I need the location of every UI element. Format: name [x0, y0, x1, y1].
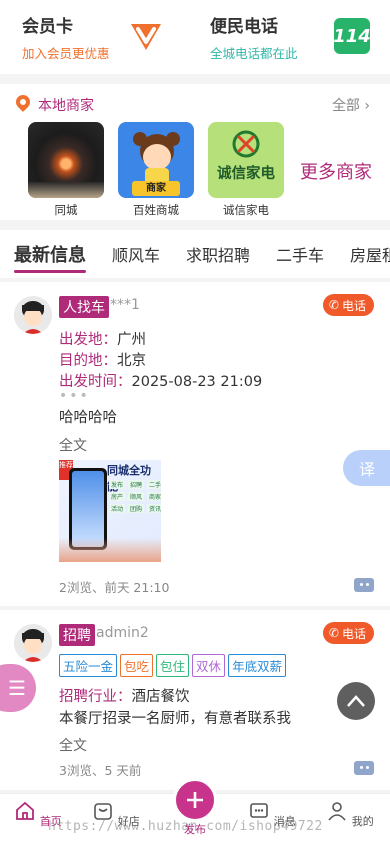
plus-icon — [187, 792, 203, 808]
merchant-badge: 商家 — [132, 181, 180, 196]
post-author: ***1 — [110, 297, 140, 313]
merchant-thumb-logo: 诚信家电 — [208, 122, 284, 198]
v-badge-icon — [131, 24, 161, 50]
member-card[interactable]: 会员卡 加入会员更优惠 — [0, 0, 202, 74]
chengxin-logo-icon — [232, 130, 260, 158]
tab-used-cars[interactable]: 二手车 — [268, 242, 328, 266]
post-field-industry: 招聘行业：酒店餐饮 — [59, 689, 190, 705]
home-icon — [16, 801, 35, 820]
tab-latest[interactable]: 最新信息 — [6, 241, 90, 273]
post-body: 哈哈哈哈 — [59, 410, 117, 426]
menu-icon: ☰ — [8, 676, 26, 700]
post-card[interactable]: 招聘 admin2 ✆ 电话 五险一金 包吃 包住 双休 年底双薪 招聘行业：酒店… — [0, 610, 390, 790]
post-author: admin2 — [96, 625, 149, 641]
location-pin-icon — [13, 92, 33, 112]
share-icon[interactable] — [354, 578, 374, 592]
merchant-logo-text: 诚信家电 — [217, 166, 275, 182]
back-to-top-button[interactable] — [337, 682, 375, 720]
post-category-tag: 人找车 — [59, 296, 109, 318]
post-image[interactable]: 推荐 同城全功能 发布 招聘 二手 房产 顺风 商家 活动 团购 资讯 — [59, 460, 161, 562]
post-field-destination: 目的地：北京 — [59, 353, 146, 369]
chevron-up-icon — [347, 695, 365, 707]
job-benefit-chips: 五险一金 包吃 包住 双休 年底双薪 — [59, 654, 287, 677]
benefit-chip: 年底双薪 — [228, 654, 287, 677]
merchant-thumb-speaker — [28, 122, 104, 198]
merchant-name: 同城 — [54, 203, 78, 217]
avatar[interactable] — [14, 296, 52, 334]
post-fulltext-link[interactable]: 全文 — [59, 435, 87, 455]
top-cards: 会员卡 加入会员更优惠 便民电话 全城电话都在此 114 — [0, 0, 390, 74]
local-merchants-header: 本地商家 全部 › — [0, 84, 390, 118]
benefit-chip: 包吃 — [120, 654, 154, 677]
member-card-title: 会员卡 — [22, 17, 73, 37]
avatar[interactable] — [14, 624, 52, 662]
user-avatar-icon — [14, 296, 52, 334]
call-button[interactable]: ✆ 电话 — [322, 622, 374, 644]
phone-directory-card[interactable]: 便民电话 全城电话都在此 114 — [202, 0, 390, 74]
post-meta: 2浏览、前天 21:10 — [59, 580, 170, 595]
user-avatar-icon — [14, 624, 52, 662]
merchant-name: 百姓商城 — [133, 203, 179, 217]
local-merchants: 本地商家 全部 › 同城 商家 百姓商城 诚信家电 诚信家电 更多商家 — [0, 84, 390, 220]
merchant-list: 同城 商家 百姓商城 诚信家电 诚信家电 更多商家 — [0, 122, 390, 220]
member-card-subtitle: 加入会员更优惠 — [22, 46, 110, 61]
phone-icon: ✆ — [328, 298, 339, 312]
post-card[interactable]: 人找车 ***1 ✆ 电话 出发地：广州 目的地：北京 出发时间：2025-08-… — [0, 282, 390, 606]
merchant-item[interactable]: 商家 百姓商城 — [118, 122, 194, 218]
local-merchants-title: 本地商家 — [38, 98, 94, 114]
benefit-chip: 五险一金 — [59, 654, 118, 677]
post-body: 本餐厅招录一名厨师，有意者联系我 — [59, 711, 291, 727]
publish-button[interactable] — [173, 778, 217, 822]
merchant-item[interactable]: 诚信家电 诚信家电 — [208, 122, 284, 218]
tab-carpool[interactable]: 顺风车 — [104, 242, 164, 266]
phone-114-icon: 114 — [333, 18, 371, 54]
post-category-tag: 招聘 — [59, 624, 95, 646]
tab-jobs[interactable]: 求职招聘 — [178, 242, 254, 266]
share-icon[interactable] — [354, 761, 374, 775]
translate-button[interactable]: 译 — [343, 450, 390, 486]
merchant-thumb-cartoon: 商家 — [118, 122, 194, 198]
watermark: https://www.huzhan.com/ishop49722 — [48, 819, 323, 834]
post-dots: ••• — [59, 388, 90, 404]
post-image-grid: 发布 招聘 二手 房产 顺风 商家 活动 团购 资讯 — [109, 480, 161, 513]
post-fulltext-link[interactable]: 全文 — [59, 735, 87, 755]
benefit-chip: 双休 — [192, 654, 226, 677]
category-tabs: 最新信息 顺风车 求职招聘 二手车 房屋租 — [0, 230, 390, 278]
post-field-departure: 出发地：广州 — [59, 332, 146, 348]
call-button[interactable]: ✆ 电话 — [322, 294, 374, 316]
chevron-right-icon: › — [364, 98, 370, 114]
all-merchants-link[interactable]: 全部 › — [332, 95, 370, 115]
tab-rental[interactable]: 房屋租 — [342, 242, 390, 266]
benefit-chip: 包住 — [156, 654, 190, 677]
user-icon — [328, 802, 346, 821]
phone-icon: ✆ — [328, 626, 339, 640]
merchant-item[interactable]: 同城 — [28, 122, 104, 218]
merchant-name: 诚信家电 — [223, 203, 269, 217]
nav-me[interactable]: 我的 — [320, 800, 380, 829]
post-meta: 3浏览、5 天前 — [59, 763, 142, 778]
more-merchants-link[interactable]: 更多商家 — [300, 158, 372, 184]
